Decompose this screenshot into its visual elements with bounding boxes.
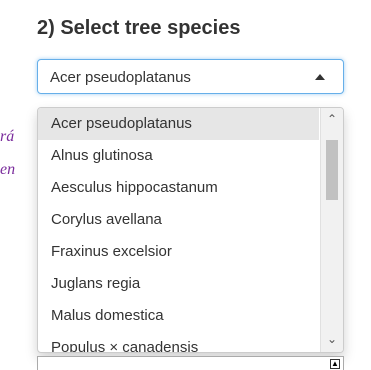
option-corylus-avellana[interactable]: Corylus avellana [38, 204, 319, 236]
species-dropdown-list[interactable]: Acer pseudoplatanus Alnus glutinosa Aesc… [37, 107, 344, 353]
background-text-line-1: rá [0, 128, 15, 145]
background-text-line-2: en [0, 161, 16, 178]
species-select[interactable]: Acer pseudoplatanus [37, 59, 344, 94]
option-list: Acer pseudoplatanus Alnus glutinosa Aesc… [38, 108, 319, 352]
option-malus-domestica[interactable]: Malus domestica [38, 300, 319, 332]
chevron-down-icon[interactable]: ⌄ [321, 330, 343, 348]
option-alnus-glutinosa[interactable]: Alnus glutinosa [38, 140, 319, 172]
chevron-up-icon[interactable]: ⌃ [321, 110, 343, 128]
option-juglans-regia[interactable]: Juglans regia [38, 268, 319, 300]
species-select-value: Acer pseudoplatanus [50, 69, 191, 86]
caret-up-icon[interactable] [315, 74, 325, 80]
option-acer-pseudoplatanus[interactable]: Acer pseudoplatanus [38, 108, 319, 140]
option-fraxinus-excelsior[interactable]: Fraxinus excelsior [38, 236, 319, 268]
option-aesculus-hippocastanum[interactable]: Aesculus hippocastanum [38, 172, 319, 204]
section-title: 2) Select tree species [37, 17, 241, 39]
scrollbar-thumb[interactable] [326, 140, 338, 200]
caret-up-icon[interactable]: ▲ [330, 359, 340, 369]
option-populus-canadensis[interactable]: Populus × canadensis [38, 332, 319, 352]
next-select-box[interactable]: ▲ [37, 356, 344, 370]
dropdown-scrollbar[interactable]: ⌃ ⌄ [320, 108, 343, 352]
